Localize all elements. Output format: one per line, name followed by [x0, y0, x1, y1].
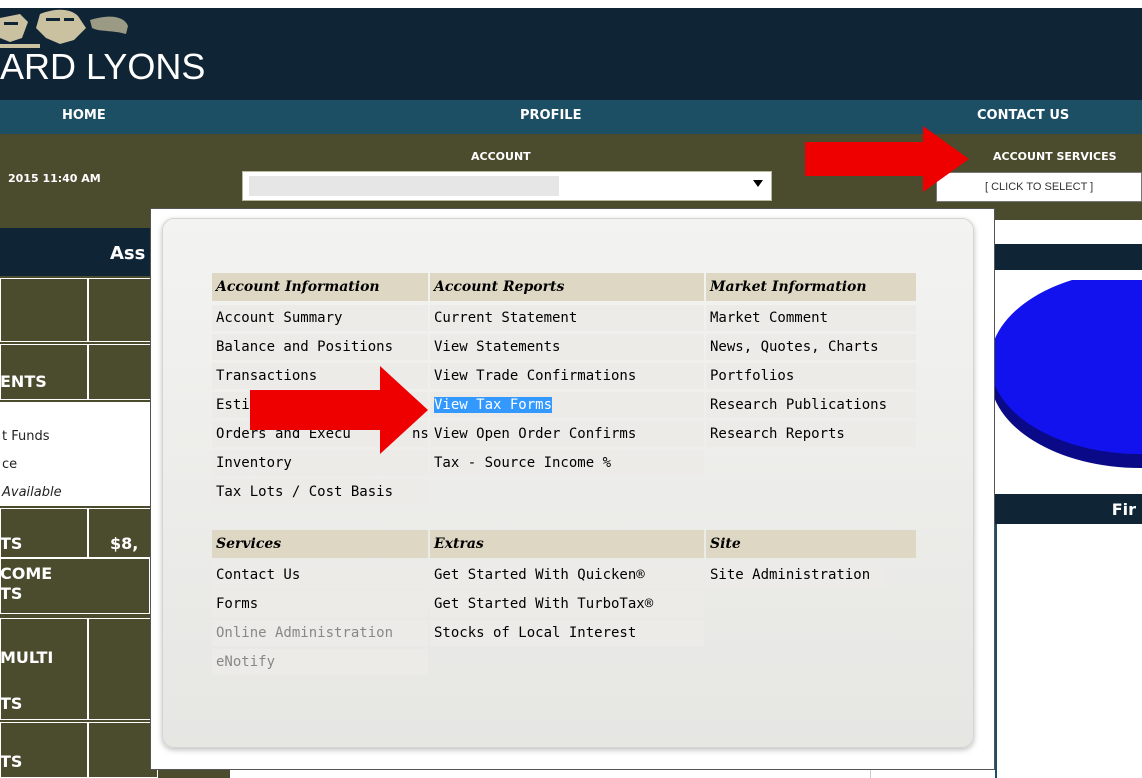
menu-item-research-publications[interactable]: Research Publications [706, 392, 916, 418]
account-services-value: [ CLICK TO SELECT ] [985, 181, 1094, 193]
summary-value: $8, [110, 534, 139, 553]
pie-top [990, 280, 1142, 454]
summary-label: COME [0, 564, 53, 583]
summary-detail: t Funds [2, 429, 50, 444]
summary-detail: ce [2, 457, 18, 472]
menu-item-stocks-of-local-interest[interactable]: Stocks of Local Interest [430, 620, 704, 646]
right-panel-divider [995, 524, 997, 778]
menu-item-contact-us[interactable]: Contact Us [212, 562, 428, 588]
left-panel-title: Ass [110, 243, 146, 264]
nav-contact-us[interactable]: CONTACT US [977, 100, 1069, 134]
account-value-redacted [249, 176, 559, 196]
right-panel-title-2: Fir [1111, 500, 1136, 519]
summary-label: TS [0, 694, 23, 713]
menu-item-orders-and-executions[interactable]: Orders and Execu ns [212, 421, 428, 447]
account-select[interactable] [242, 171, 772, 201]
summary-detail: Available [2, 485, 62, 500]
menu-item-tax-lots-cost-basis[interactable]: Tax Lots / Cost Basis [212, 479, 428, 505]
menu-item-balance-and-positions[interactable]: Balance and Positions [212, 334, 428, 360]
menu-item-account-summary[interactable]: Account Summary [212, 305, 428, 331]
menu-item-get-started-turbotax[interactable]: Get Started With TurboTax® [430, 591, 704, 617]
menu-header-account-information: Account Information [212, 273, 428, 301]
summary-cell [0, 278, 88, 342]
summary-cell [88, 278, 158, 342]
top-strip [0, 0, 1142, 8]
menu-item-site-administration[interactable]: Site Administration [706, 562, 886, 588]
summary-label: TS [0, 584, 23, 603]
account-services-label: ACCOUNT SERVICES [993, 150, 1117, 163]
summary-cell [88, 344, 158, 400]
menu-item-portfolios[interactable]: Portfolios [706, 363, 916, 389]
nav-profile[interactable]: PROFILE [520, 100, 581, 134]
summary-cell [88, 618, 158, 720]
menu-header-market-information: Market Information [706, 273, 916, 301]
menu-item-view-trade-confirmations[interactable]: View Trade Confirmations [430, 363, 704, 389]
menu-item-research-reports[interactable]: Research Reports [706, 421, 916, 447]
menu-item-news-quotes-charts[interactable]: News, Quotes, Charts [706, 334, 916, 360]
summary-label: ENTS [0, 372, 47, 391]
menu-item-enotify: eNotify [212, 649, 428, 675]
summary-cell [88, 722, 158, 778]
menu-item-online-administration: Online Administration [212, 620, 428, 646]
chevron-down-icon[interactable] [753, 180, 763, 187]
menu-item-view-open-order-confirms[interactable]: View Open Order Confirms [430, 421, 704, 447]
menu-header-site: Site [706, 530, 916, 558]
menu-item-estimated[interactable]: Esti [212, 392, 428, 418]
menu-item-tax-source-income[interactable]: Tax - Source Income % [430, 450, 704, 476]
menu-item-view-tax-forms[interactable]: View Tax Forms [430, 392, 704, 418]
logo-icon [0, 9, 128, 48]
menu-item-get-started-quicken[interactable]: Get Started With Quicken® [430, 562, 704, 588]
summary-label: MULTI [0, 648, 54, 667]
brand-name: ARD LYONS [0, 46, 206, 87]
menu-item-view-statements[interactable]: View Statements [430, 334, 704, 360]
menu-item-forms[interactable]: Forms [212, 591, 428, 617]
menu-item-inventory[interactable]: Inventory [212, 450, 428, 476]
menu-header-services: Services [212, 530, 428, 558]
menu-header-extras: Extras [430, 530, 704, 558]
summary-label: TS [0, 752, 23, 771]
menu-item-market-comment[interactable]: Market Comment [706, 305, 916, 331]
menu-item-transactions[interactable]: Transactions [212, 363, 428, 389]
right-panel-title-bar [995, 244, 1142, 270]
menu-header-account-reports: Account Reports [430, 273, 704, 301]
account-label: ACCOUNT [471, 150, 531, 163]
account-services-select[interactable]: [ CLICK TO SELECT ] [936, 172, 1142, 202]
allocation-pie-chart [990, 280, 1142, 468]
nav-home[interactable]: HOME [62, 100, 106, 134]
menu-item-current-statement[interactable]: Current Statement [430, 305, 704, 331]
datetime-text: 2015 11:40 AM [8, 172, 101, 185]
summary-label: TS [0, 534, 23, 553]
